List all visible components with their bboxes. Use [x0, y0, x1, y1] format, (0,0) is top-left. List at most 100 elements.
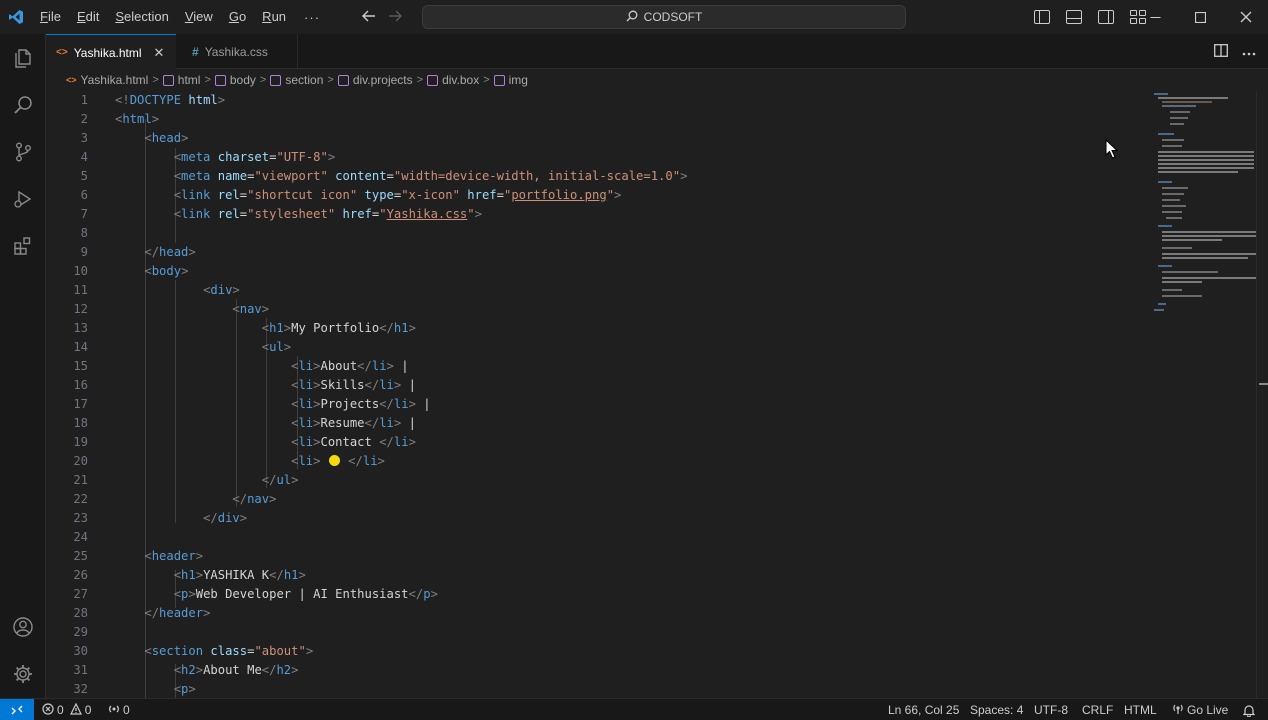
notifications-bell-icon[interactable]	[1243, 699, 1255, 720]
toggle-secondary-sidebar-icon[interactable]	[1098, 10, 1114, 24]
line-number: 21	[73, 473, 88, 487]
search-sidebar-icon[interactable]	[0, 85, 46, 125]
line-number: 4	[80, 150, 88, 164]
line-number: 29	[73, 625, 88, 639]
close-window-icon[interactable]	[1240, 0, 1252, 34]
breadcrumb-div-box[interactable]: div.box	[427, 73, 479, 87]
forward-arrow-icon[interactable]	[388, 9, 402, 26]
code-text: <h2>About Me</h2>	[173, 663, 299, 677]
line-number: 2	[80, 112, 88, 126]
menu-more-button[interactable]: ···	[294, 10, 330, 25]
breadcrumb-div-projects[interactable]: div.projects	[337, 73, 413, 87]
maximize-icon[interactable]	[1195, 0, 1206, 34]
code-text: <!DOCTYPE html>	[115, 93, 226, 107]
chevron-right-icon: >	[416, 74, 424, 86]
status-bar: 0 0 0 Ln 66, Col 25 Spaces: 4 UTF-8 CRLF…	[0, 698, 1268, 720]
workspace-name: CODSOFT	[643, 10, 703, 24]
customize-layout-icon[interactable]	[1130, 10, 1146, 24]
breadcrumb-img[interactable]: img	[493, 73, 528, 87]
close-icon[interactable]: ✕	[154, 45, 165, 61]
line-number: 28	[73, 606, 88, 620]
source-control-icon[interactable]	[0, 132, 46, 172]
code-text: <h1>My Portfolio</h1>	[261, 321, 416, 335]
element-icon	[270, 74, 282, 86]
explorer-icon[interactable]	[0, 38, 46, 78]
back-arrow-icon[interactable]	[362, 9, 376, 26]
code-text: <meta charset="UTF-8">	[173, 150, 336, 164]
code-line: 21 </ul>	[46, 471, 1150, 490]
more-actions-icon[interactable]	[1242, 44, 1256, 59]
element-icon	[493, 74, 505, 86]
broadcast-icon	[1172, 703, 1184, 718]
extensions-icon[interactable]	[0, 226, 46, 266]
menu-run[interactable]: Run	[254, 0, 294, 34]
ports-indicator[interactable]: 0	[108, 699, 130, 720]
code-text: <link rel="shortcut icon" type="x-icon" …	[173, 188, 622, 202]
code-line: 9 </head>	[46, 243, 1150, 262]
layout-controls	[1034, 0, 1146, 34]
indentation-setting[interactable]: Spaces: 4	[970, 699, 1023, 720]
minimize-icon[interactable]	[1150, 0, 1161, 34]
line-number: 23	[73, 511, 88, 525]
menu-view[interactable]: View	[177, 0, 221, 34]
line-number: 24	[73, 530, 88, 544]
command-center-search[interactable]: CODSOFT	[422, 5, 906, 29]
language-mode[interactable]: HTML	[1124, 699, 1157, 720]
code-line: 22 </nav>	[46, 490, 1150, 509]
toggle-primary-sidebar-icon[interactable]	[1034, 10, 1050, 24]
activity-bar	[0, 34, 46, 698]
code-text: <header>	[144, 549, 204, 563]
navigation-arrows	[362, 0, 402, 34]
code-line: 26 <h1>YASHIKA K</h1>	[46, 566, 1150, 585]
html-file-icon: <>	[66, 75, 77, 85]
line-number: 3	[80, 131, 88, 145]
code-line: 7 <link rel="stylesheet" href="Yashika.c…	[46, 205, 1150, 224]
broadcast-icon	[108, 703, 120, 718]
cursor-position[interactable]: Ln 66, Col 25	[888, 699, 959, 720]
code-line: 16 <li>Skills</li> |	[46, 376, 1150, 395]
code-line: 18 <li>Resume</li> |	[46, 414, 1150, 433]
code-text: <h1>YASHIKA K</h1>	[173, 568, 306, 582]
menu-selection[interactable]: Selection	[107, 0, 176, 34]
mouse-cursor-icon	[1105, 139, 1119, 159]
breadcrumb-body[interactable]: body	[214, 73, 256, 87]
element-icon	[214, 74, 226, 86]
code-line: 14 <ul>	[46, 338, 1150, 357]
line-number: 14	[73, 340, 88, 354]
code-line: 29	[46, 623, 1150, 642]
code-line: 4 <meta charset="UTF-8">	[46, 148, 1150, 167]
code-editor[interactable]: 1 <!DOCTYPE html> 2 <html> 3 <head> 4 <met…	[46, 91, 1150, 698]
split-editor-icon[interactable]	[1214, 43, 1228, 60]
menu-go[interactable]: Go	[221, 0, 254, 34]
menu-file[interactable]: File	[32, 0, 69, 34]
warning-count: 0	[84, 703, 92, 717]
code-line: 11 <div>	[46, 281, 1150, 300]
line-ending-setting[interactable]: CRLF	[1082, 699, 1113, 720]
code-line: 24	[46, 528, 1150, 547]
settings-gear-icon[interactable]	[0, 654, 46, 694]
editor-scrollbar[interactable]	[1256, 91, 1268, 698]
code-line: 31 <h2>About Me</h2>	[46, 661, 1150, 680]
run-debug-icon[interactable]	[0, 179, 46, 219]
menu-edit[interactable]: Edit	[69, 0, 107, 34]
toggle-panel-icon[interactable]	[1066, 10, 1082, 24]
breadcrumb-file[interactable]: <> Yashika.html	[66, 73, 148, 87]
code-line: 20 <li> </li>	[46, 452, 1150, 471]
html-file-icon: <>	[56, 47, 68, 58]
line-number: 6	[80, 188, 88, 202]
tab-yashika-html[interactable]: <> Yashika.html ✕	[46, 34, 176, 70]
emoji-circle-icon	[328, 455, 340, 466]
breadcrumb-section[interactable]: section	[270, 73, 323, 87]
go-live-button[interactable]: Go Live	[1172, 699, 1228, 720]
tab-yashika-css[interactable]: # Yashika.css	[176, 34, 298, 69]
breadcrumb-html[interactable]: html	[162, 73, 200, 87]
encoding-setting[interactable]: UTF-8	[1034, 699, 1068, 720]
remote-indicator-icon[interactable]	[0, 699, 34, 720]
accounts-icon[interactable]	[0, 607, 46, 647]
minimap[interactable]	[1150, 91, 1258, 698]
line-number: 26	[73, 568, 88, 582]
code-line: 17 <li>Projects</li> |	[46, 395, 1150, 414]
code-text: <ul>	[261, 340, 292, 354]
line-number: 15	[73, 359, 88, 373]
problems-indicator[interactable]: 0 0	[42, 699, 91, 720]
